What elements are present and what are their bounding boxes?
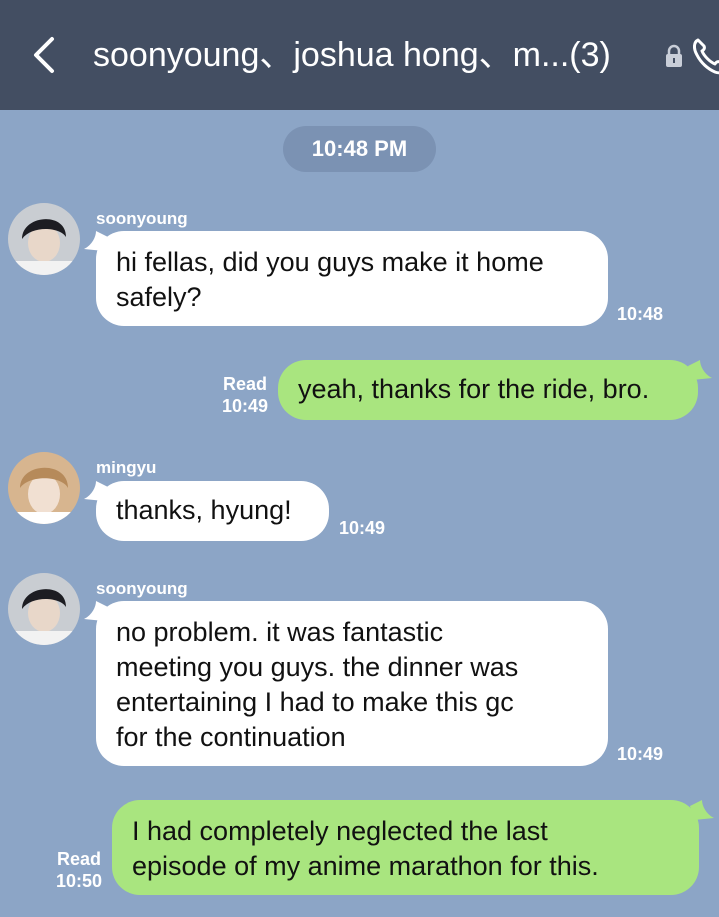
bubble-tail — [690, 800, 714, 820]
message-bubble[interactable]: thanks, hyung! — [96, 481, 329, 541]
avatar-mingyu-image — [8, 452, 80, 524]
message-bubble[interactable]: I had completely neglected the last epis… — [112, 800, 699, 895]
message-text-line: yeah, thanks for the ride, bro. — [298, 374, 650, 404]
message-time: 10:49 — [617, 744, 664, 764]
message-text-line: episode of my anime marathon for this. — [132, 851, 599, 881]
message-bubble[interactable]: no problem. it was fantastic meeting you… — [96, 601, 608, 766]
message-time: 10:49 — [221, 396, 269, 416]
avatar[interactable] — [8, 203, 80, 275]
bubble-tail — [688, 360, 712, 380]
avatar-soonyoung-image — [8, 573, 80, 645]
chat-title[interactable]: soonyoung、joshua hong、m...(3) — [93, 35, 611, 75]
sender-name: soonyoung — [96, 209, 188, 228]
chevron-left-icon[interactable] — [28, 35, 62, 75]
phone-icon[interactable] — [690, 36, 719, 76]
sender-name: mingyu — [96, 458, 157, 477]
message-text-line: safely? — [116, 282, 202, 312]
read-receipt: Read 10:49 — [218, 373, 272, 417]
sender-name: soonyoung — [96, 579, 188, 598]
time-divider: 10:48 PM — [283, 126, 436, 172]
message-text-line: meeting you guys. the dinner was — [116, 652, 519, 682]
avatar-soonyoung-image — [8, 203, 80, 275]
message-time: 10:50 — [55, 871, 103, 891]
message-bubble[interactable]: yeah, thanks for the ride, bro. — [278, 360, 698, 420]
read-label: Read — [222, 374, 267, 394]
message-text-line: thanks, hyung! — [116, 495, 292, 525]
read-label: Read — [56, 849, 101, 869]
message-text-line: entertaining I had to make this gc — [116, 687, 514, 717]
message-bubble[interactable]: hi fellas, did you guys make it home saf… — [96, 231, 608, 326]
message-text-line: hi fellas, did you guys make it home — [116, 247, 544, 277]
message-time: 10:49 — [339, 518, 386, 538]
avatar[interactable] — [8, 573, 80, 645]
lock-icon — [666, 44, 682, 67]
message-time: 10:48 — [617, 304, 664, 324]
message-text-line: for the continuation — [116, 722, 346, 752]
avatar[interactable] — [8, 452, 80, 524]
message-text-line: I had completely neglected the last — [132, 816, 548, 846]
chat-header: soonyoung、joshua hong、m...(3) — [0, 0, 719, 110]
message-text-line: no problem. it was fantastic — [116, 617, 444, 647]
read-receipt: Read 10:50 — [52, 848, 106, 892]
